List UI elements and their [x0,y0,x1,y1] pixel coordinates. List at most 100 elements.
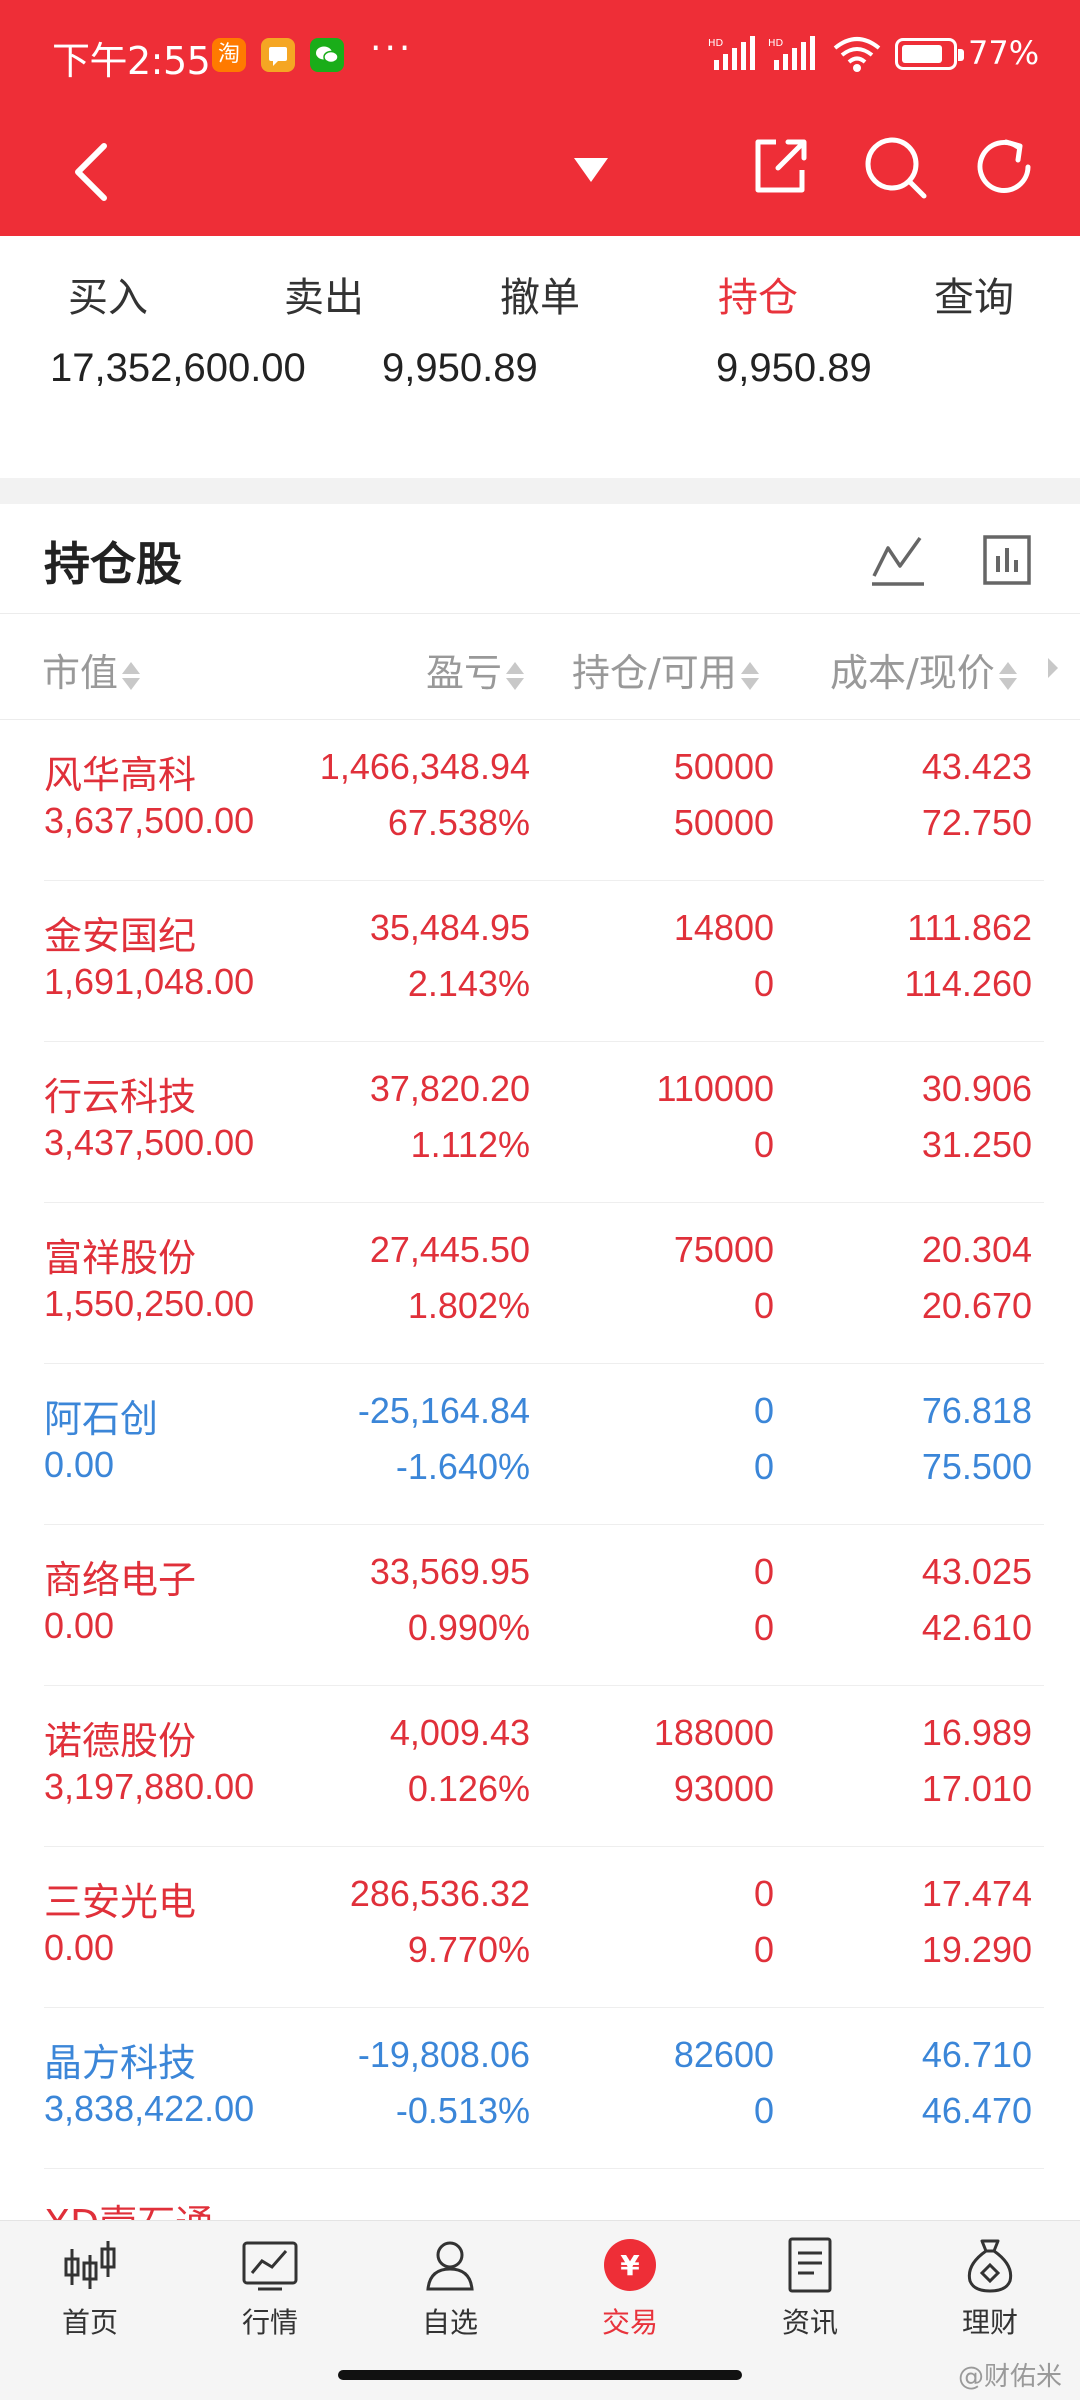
current-price: 42.610 [921,1607,1032,1648]
position-qty: 0 [753,1551,774,1592]
section-divider [0,478,1080,504]
refresh-icon[interactable] [972,134,1038,200]
holding-row[interactable]: 风华高科 3,637,500.00 1,466,348.94 67.538% 50000… [0,720,1080,881]
market-value: 3,437,500.00 [44,1122,255,1163]
holding-row[interactable]: 富祥股份 1,550,250.00 27,445.50 1.802% 75000 0 20.… [0,1203,1080,1364]
trade-yuan-icon: ¥ [604,2239,656,2291]
available-qty: 0 [753,1285,774,1326]
pnl-amount: 35,484.95 [369,907,530,948]
bottom-nav-market[interactable]: 行情 [180,2235,360,2365]
stock-name: 阿石创 [44,1397,159,1441]
search-icon[interactable] [862,134,928,200]
stock-name: 富祥股份 [44,1236,197,1280]
col-market-value[interactable]: 市值 [42,642,141,697]
stock-name: XD壹石通 [44,2193,213,2220]
bottom-nav-label: 行情 [241,2306,298,2339]
back-icon[interactable] [58,132,128,212]
pnl-amount: 286,536.32 [349,1873,530,1914]
cost-price: 20.304 [921,1229,1032,1270]
holding-row[interactable]: 晶方科技 3,838,422.00 -19,808.06 -0.513% 82600 0 4… [0,2008,1080,2169]
svg-text:¥: ¥ [620,2249,640,2282]
message-icon [261,38,295,72]
market-value: 3,838,422.00 [44,2088,255,2129]
holding-row[interactable]: XD壹石通 [0,2169,1080,2220]
pnl-amount: -19,808.06 [357,2034,530,2075]
market-value: 1,550,250.00 [44,1283,255,1324]
current-price: 114.260 [904,963,1032,1004]
available-qty: 50000 [673,802,774,843]
market-value: 0.00 [44,1444,115,1485]
position-qty: 75000 [673,1229,774,1270]
bar-chart-icon[interactable] [982,534,1032,586]
bottom-nav-label: 理财 [961,2306,1018,2339]
available-qty: 0 [753,1124,774,1165]
bottom-nav-news[interactable]: 资讯 [720,2235,900,2365]
bottom-nav-watchlist[interactable]: 自选 [360,2235,540,2365]
bottom-nav-label: 首页 [61,2306,118,2339]
position-qty: 14800 [673,907,774,948]
market-value: 0.00 [44,1927,115,1968]
stock-name: 风华高科 [44,753,197,797]
signal-icon-2: HD [768,36,815,70]
holding-row[interactable]: 三安光电 0.00 286,536.32 9.770% 0 0 17.474 19.290 [0,1847,1080,2008]
watermark: @财佑米 [957,2362,1062,2392]
bottom-nav-wealth[interactable]: 理财 [900,2235,1080,2365]
holdings-column-header: 市值 盈亏 持仓/可用 成本/现价 [0,614,1080,720]
cost-price: 43.025 [921,1551,1032,1592]
home-indicator[interactable] [338,2370,742,2380]
market-value: 0.00 [44,1605,115,1646]
tab-sell[interactable]: 卖出 [216,236,432,360]
pnl-percent: 1.112% [410,1124,530,1165]
signal-icon: HD [708,36,755,70]
watchlist-person-icon [426,2241,474,2291]
bottom-nav-home[interactable]: 首页 [0,2235,180,2365]
dropdown-icon[interactable] [570,152,612,188]
cost-price: 17.474 [921,1873,1032,1914]
summary-value-2: 9,950.89 [382,346,538,390]
position-qty: 0 [753,1873,774,1914]
cost-price: 76.818 [921,1390,1032,1431]
current-price: 31.250 [921,1124,1032,1165]
available-qty: 0 [753,1929,774,1970]
tab-cancel-order[interactable]: 撤单 [432,236,648,360]
bottom-nav-trade[interactable]: ¥ 交易 [540,2235,720,2365]
current-price: 75.500 [921,1446,1032,1487]
col-pnl[interactable]: 盈亏 [426,642,525,697]
tab-query[interactable]: 查询 [866,236,1080,360]
current-price: 17.010 [921,1768,1032,1809]
pnl-percent: 0.990% [407,1607,530,1648]
share-icon[interactable] [748,134,812,198]
market-value: 3,197,880.00 [44,1766,255,1807]
cost-price: 30.906 [921,1068,1032,1109]
tab-buy[interactable]: 买入 [0,236,216,360]
position-qty: 50000 [673,746,774,787]
pnl-amount: 33,569.95 [369,1551,530,1592]
market-value: 3,637,500.00 [44,800,255,841]
bottom-nav-label: 交易 [601,2306,658,2339]
pnl-percent: 2.143% [407,963,530,1004]
col-position-available[interactable]: 持仓/可用 [572,642,759,697]
holding-row[interactable]: 行云科技 3,437,500.00 37,820.20 1.112% 110000 0 30… [0,1042,1080,1203]
news-document-icon [788,2237,832,2293]
holding-row[interactable]: 诺德股份 3,197,880.00 4,009.43 0.126% 188000 9300… [0,1686,1080,1847]
scroll-right-icon[interactable] [1048,658,1058,678]
holding-row[interactable]: 金安国纪 1,691,048.00 35,484.95 2.143% 14800 0 111… [0,881,1080,1042]
pnl-amount: 1,466,348.94 [319,746,530,787]
line-chart-icon[interactable] [870,532,926,588]
tab-holdings[interactable]: 持仓 [650,236,866,360]
svg-text:HD: HD [768,38,784,49]
available-qty: 93000 [673,1768,774,1809]
holding-row[interactable]: 阿石创 0.00 -25,164.84 -1.640% 0 0 76.818 75.500 [0,1364,1080,1525]
stock-name: 三安光电 [44,1880,197,1924]
holding-row[interactable]: 商络电子 0.00 33,569.95 0.990% 0 0 43.025 42.610 [0,1525,1080,1686]
wifi-icon [833,37,881,72]
current-price: 72.750 [921,802,1032,843]
cost-price: 16.989 [921,1712,1032,1753]
stock-name: 商络电子 [44,1558,197,1602]
stock-name: 金安国纪 [44,914,197,958]
pnl-percent: 0.126% [407,1768,530,1809]
current-price: 20.670 [921,1285,1032,1326]
summary-value-1: 17,352,600.00 [50,346,306,390]
pnl-amount: 37,820.20 [369,1068,530,1109]
col-cost-price[interactable]: 成本/现价 [830,642,1017,697]
